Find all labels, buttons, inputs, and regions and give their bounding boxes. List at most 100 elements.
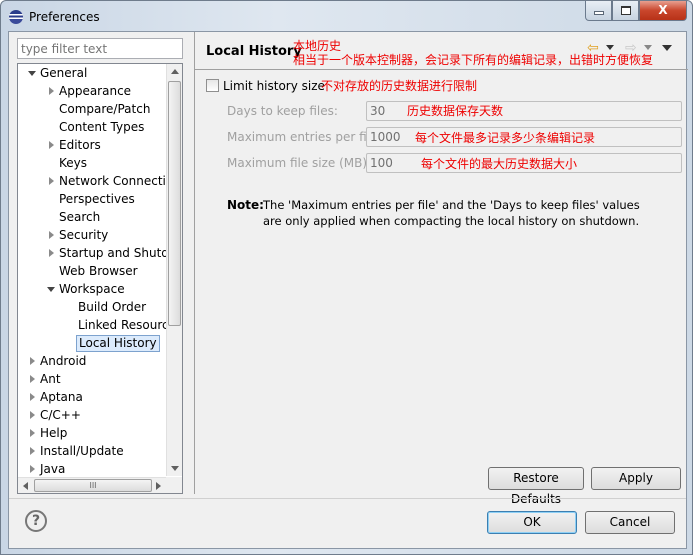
collapse-arrow-icon[interactable] [30, 465, 35, 473]
tree-item[interactable]: Workspace [18, 280, 168, 298]
cancel-button[interactable]: Cancel [585, 511, 675, 534]
days-annotation: 历史数据保存天数 [407, 104, 504, 118]
limit-history-checkbox[interactable] [206, 79, 219, 92]
tree-item-label: Startup and Shutdown [59, 246, 183, 260]
tree-horizontal-scrollbar[interactable]: III [18, 477, 182, 493]
filter-input[interactable] [17, 38, 183, 59]
forward-arrow-icon[interactable]: ⇨ [625, 40, 637, 56]
back-menu-icon[interactable] [606, 45, 614, 50]
collapse-arrow-icon[interactable] [49, 231, 54, 239]
restore-defaults-button[interactable]: Restore Defaults [488, 467, 584, 506]
collapse-arrow-icon[interactable] [30, 375, 35, 383]
tree-item[interactable]: Android [18, 352, 168, 370]
description-annotation: 相当于一个版本控制器，会记录下所有的编辑记录，出错时方便恢复 [293, 53, 654, 67]
tree-item[interactable]: Perspectives [18, 190, 168, 208]
scrollbar-thumb[interactable] [168, 81, 181, 326]
tree-item-label: General [40, 66, 88, 80]
collapse-arrow-icon[interactable] [49, 177, 54, 185]
apply-button[interactable]: Apply [591, 467, 681, 490]
ok-button[interactable]: OK [487, 511, 577, 534]
help-icon[interactable]: ? [25, 510, 47, 532]
tree-item-label: Aptana [40, 390, 83, 404]
tree-item-label: Keys [59, 156, 88, 170]
collapse-arrow-icon[interactable] [30, 429, 35, 437]
scrollbar-thumb-horizontal[interactable]: III [34, 479, 152, 492]
tree-item-label: Help [40, 426, 68, 440]
preference-tree: Java Install/Update Help C/C++ Aptana Ant Andr… [17, 63, 183, 494]
collapse-arrow-icon[interactable] [49, 249, 54, 257]
tree-item[interactable]: Build Order [18, 298, 168, 316]
tree-item-label: Install/Update [40, 444, 124, 458]
scroll-down-icon[interactable] [171, 466, 179, 471]
tree-item-label: Java [40, 462, 66, 476]
tree-item[interactable]: Web Browser [18, 262, 168, 280]
days-label: Days to keep files: [227, 104, 338, 118]
tree-item[interactable]: Local History [18, 334, 168, 352]
tree-item-label: Compare/Patch [59, 102, 151, 116]
page-title: Local History [206, 44, 302, 59]
tree-item-label: Web Browser [59, 264, 138, 278]
collapse-arrow-icon[interactable] [49, 141, 54, 149]
tree-item[interactable]: Help [18, 424, 168, 442]
tree-item[interactable]: Security [18, 226, 168, 244]
expand-arrow-icon[interactable] [28, 71, 36, 76]
tree-item[interactable]: Ant [18, 370, 168, 388]
preferences-window: Preferences X Java Install/Update Help C/C+… [0, 0, 693, 555]
scroll-up-icon[interactable] [171, 69, 179, 74]
collapse-arrow-icon[interactable] [30, 393, 35, 401]
tree-item[interactable]: Startup and Shutdown [18, 244, 182, 262]
tree-item[interactable]: Editors [18, 136, 168, 154]
collapse-arrow-icon[interactable] [30, 447, 35, 455]
dialog-client: Java Install/Update Help C/C++ Aptana Ant Andr… [8, 31, 688, 549]
size-annotation: 每个文件的最大历史数据大小 [421, 157, 578, 171]
note-label: Note: [227, 198, 264, 212]
view-menu-icon[interactable] [662, 45, 672, 51]
tree-item-label: Search [59, 210, 101, 224]
limit-history-label[interactable]: Limit history size [223, 79, 325, 93]
tree-item-label: Build Order [78, 300, 147, 314]
close-button[interactable]: X [639, 1, 687, 21]
tree-item[interactable]: Content Types [18, 118, 168, 136]
tree-item-label: Perspectives [59, 192, 135, 206]
tree-item-label: Security [59, 228, 109, 242]
tree-item[interactable]: Compare/Patch [18, 100, 168, 118]
preference-page: Local History 本地历史 相当于一个版本控制器，会记录下所有的编辑记… [195, 34, 688, 506]
tree-item-label: Editors [59, 138, 101, 152]
collapse-arrow-icon[interactable] [30, 357, 35, 365]
maximize-button[interactable] [612, 1, 639, 21]
note-line-2: are only applied when compacting the loc… [263, 214, 640, 228]
footer-divider [9, 498, 686, 499]
tree-item[interactable]: Search [18, 208, 168, 226]
tree-item-label: Local History [76, 335, 160, 352]
tree-item[interactable]: Linked Resources [18, 316, 182, 334]
tree-item-label: Workspace [59, 282, 125, 296]
tree-item[interactable]: Aptana [18, 388, 168, 406]
entries-annotation: 每个文件最多记录多少条编辑记录 [415, 131, 596, 145]
close-icon: X [658, 3, 668, 17]
scroll-left-icon[interactable] [23, 482, 28, 490]
expand-arrow-icon[interactable] [47, 287, 55, 292]
tree-item[interactable]: Keys [18, 154, 168, 172]
size-label: Maximum file size (MB): [227, 156, 372, 170]
tree-item[interactable]: General [18, 64, 168, 82]
limit-annotation: 不对存放的历史数据进行限制 [321, 79, 478, 93]
scroll-right-icon[interactable] [156, 482, 161, 490]
tree-item[interactable]: C/C++ [18, 406, 168, 424]
forward-menu-icon[interactable] [644, 45, 652, 50]
tree-item-label: Ant [40, 372, 61, 386]
tree-vertical-scrollbar[interactable] [166, 64, 182, 476]
collapse-arrow-icon[interactable] [30, 411, 35, 419]
entries-label: Maximum entries per file: [227, 130, 382, 144]
tree-item-label: Android [40, 354, 87, 368]
tree-item[interactable]: Java [18, 460, 168, 478]
back-arrow-icon[interactable]: ⇦ [587, 40, 599, 56]
note-line-1: The 'Maximum entries per file' and the '… [263, 198, 640, 212]
tree-item-label: C/C++ [40, 408, 81, 422]
minimize-button[interactable] [585, 1, 612, 21]
window-title: Preferences [29, 10, 100, 24]
tree-item[interactable]: Install/Update [18, 442, 168, 460]
tree-item[interactable]: Network Connections [18, 172, 182, 190]
tree-item-label: Appearance [59, 84, 132, 98]
tree-item[interactable]: Appearance [18, 82, 168, 100]
collapse-arrow-icon[interactable] [49, 87, 54, 95]
